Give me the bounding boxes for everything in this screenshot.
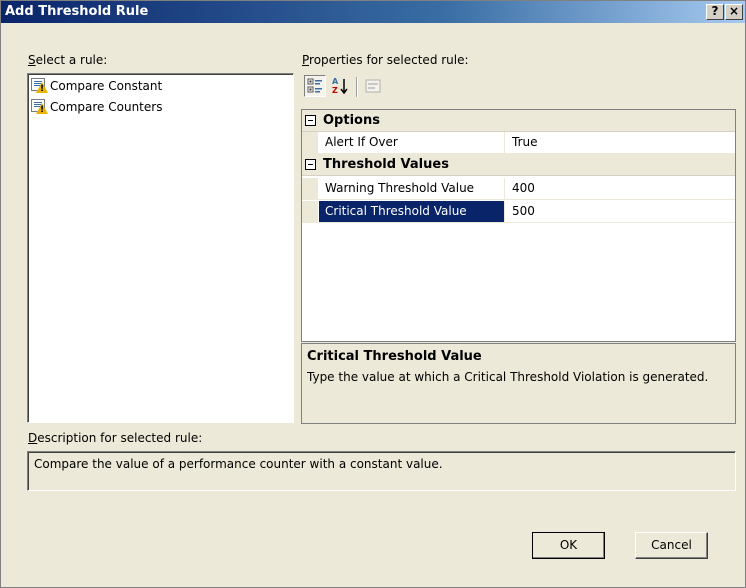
rule-label: Compare Constant: [50, 79, 163, 93]
list-item[interactable]: ! Compare Counters: [31, 98, 162, 116]
property-row-alert-if-over[interactable]: Alert If Over True: [302, 132, 735, 154]
property-grid[interactable]: Options Alert If Over True Threshold Val…: [301, 109, 736, 342]
property-row-critical-threshold[interactable]: Critical Threshold Value 500: [302, 201, 735, 223]
alphabetical-icon[interactable]: A Z: [330, 75, 352, 97]
property-name: Critical Threshold Value: [319, 201, 505, 222]
rule-label: Compare Counters: [50, 100, 163, 114]
property-pages-icon[interactable]: [362, 75, 384, 97]
rule-warning-icon: !: [31, 78, 48, 94]
category-label: Options: [323, 113, 380, 128]
help-button[interactable]: ?: [706, 4, 724, 20]
select-rule-label: Select a rule:: [28, 53, 108, 67]
categorized-icon[interactable]: [304, 75, 326, 97]
property-name: Warning Threshold Value: [319, 178, 505, 199]
description-label: Description for selected rule:: [28, 431, 203, 445]
property-row-warning-threshold[interactable]: Warning Threshold Value 400: [302, 178, 735, 200]
category-label: Threshold Values: [323, 157, 449, 172]
collapse-icon[interactable]: [305, 115, 316, 126]
collapse-icon[interactable]: [305, 159, 316, 170]
add-threshold-rule-dialog: Add Threshold Rule ? × Select a rule: ! …: [0, 0, 746, 588]
category-threshold-values[interactable]: Threshold Values: [302, 154, 735, 176]
ok-button[interactable]: OK: [532, 532, 605, 559]
cancel-button[interactable]: Cancel: [635, 532, 708, 559]
rule-list[interactable]: ! Compare Constant ! Compare Counters: [27, 73, 294, 423]
property-value[interactable]: 400: [506, 178, 535, 199]
property-help-panel: Critical Threshold Value Type the value …: [301, 343, 736, 424]
title-bar[interactable]: Add Threshold Rule ? ×: [1, 1, 745, 23]
list-item[interactable]: ! Compare Constant: [31, 77, 162, 95]
property-value[interactable]: True: [506, 132, 538, 153]
close-button[interactable]: ×: [725, 4, 743, 20]
window-title: Add Threshold Rule: [5, 4, 149, 19]
category-options[interactable]: Options: [302, 110, 735, 132]
svg-text:A: A: [332, 77, 339, 86]
properties-label: Properties for selected rule:: [302, 53, 469, 67]
property-help-text: Type the value at which a Critical Thres…: [307, 370, 709, 384]
toolbar-separator: [356, 77, 358, 97]
property-name: Alert If Over: [319, 132, 505, 153]
property-value[interactable]: 500: [506, 201, 535, 222]
rule-description-box: Compare the value of a performance count…: [27, 451, 736, 491]
rule-warning-icon: !: [31, 99, 48, 115]
svg-text:Z: Z: [332, 86, 338, 95]
property-help-title: Critical Threshold Value: [307, 349, 482, 364]
